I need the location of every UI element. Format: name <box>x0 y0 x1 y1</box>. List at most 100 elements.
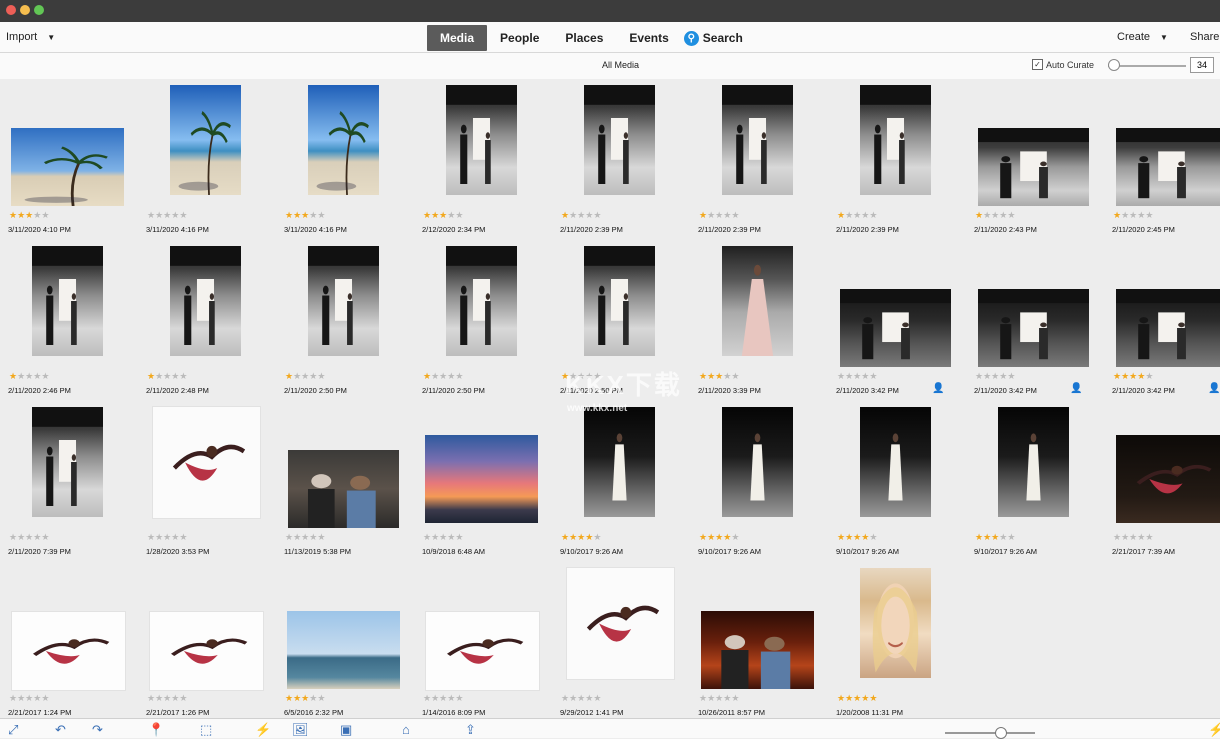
star-icon[interactable]: ★ <box>293 532 301 542</box>
star-icon[interactable]: ★ <box>41 371 49 381</box>
star-rating[interactable]: ★★★★★ <box>837 532 877 543</box>
star-icon[interactable]: ★ <box>1007 210 1015 220</box>
photo-thumbnail[interactable] <box>978 128 1089 206</box>
redo-icon[interactable]: ↷ <box>92 722 103 738</box>
photo-tile[interactable]: ★★★★★ 2/11/2020 2:45 PM <box>1104 80 1220 234</box>
photo-tile[interactable]: ★★★★★ 9/10/2017 9:26 AM <box>966 402 1094 556</box>
photo-thumbnail[interactable] <box>1116 128 1220 206</box>
star-icon[interactable]: ★ <box>317 210 325 220</box>
star-icon[interactable]: ★ <box>699 532 707 542</box>
star-icon[interactable]: ★ <box>699 210 707 220</box>
photo-tile[interactable]: ★★★★★ 2/21/2017 7:39 AM <box>1104 402 1220 556</box>
share-icon[interactable]: ⇪ <box>465 722 476 738</box>
photo-tile[interactable]: ★★★★★ 2/11/2020 2:39 PM <box>828 80 956 234</box>
star-rating[interactable]: ★★★★★ <box>147 371 187 382</box>
photo-tile[interactable]: ★★★★★ 9/29/2012 1:41 PM <box>552 563 680 717</box>
star-rating[interactable]: ★★★★★ <box>975 371 1015 382</box>
photo-thumbnail[interactable] <box>566 567 675 680</box>
photo-thumbnail[interactable] <box>722 246 793 356</box>
star-icon[interactable]: ★ <box>707 693 715 703</box>
star-icon[interactable]: ★ <box>1113 532 1121 542</box>
star-icon[interactable]: ★ <box>1145 210 1153 220</box>
star-icon[interactable]: ★ <box>285 210 293 220</box>
photo-thumbnail[interactable] <box>11 611 126 691</box>
star-icon[interactable]: ★ <box>17 693 25 703</box>
home-icon[interactable]: ⌂ <box>402 722 410 737</box>
star-icon[interactable]: ★ <box>293 371 301 381</box>
star-icon[interactable]: ★ <box>593 210 601 220</box>
star-icon[interactable]: ★ <box>423 371 431 381</box>
star-icon[interactable]: ★ <box>1007 532 1015 542</box>
star-icon[interactable]: ★ <box>179 210 187 220</box>
star-rating[interactable]: ★★★★★ <box>423 693 463 704</box>
photo-tile[interactable]: ★★★★★ 10/9/2018 6:48 AM <box>414 402 542 556</box>
expand-icon[interactable]: ⤢ <box>8 722 18 738</box>
star-icon[interactable]: ★ <box>17 210 25 220</box>
star-icon[interactable]: ★ <box>9 371 17 381</box>
star-icon[interactable]: ★ <box>569 693 577 703</box>
photo-tile[interactable]: ★★★★★ 2/11/2020 7:39 PM <box>0 402 128 556</box>
photo-thumbnail[interactable] <box>446 85 517 195</box>
star-rating[interactable]: ★★★★★ <box>561 693 601 704</box>
photo-tile[interactable]: ★★★★★ 9/10/2017 9:26 AM <box>552 402 680 556</box>
photo-tile[interactable]: ★★★★★ 2/11/2020 2:46 PM <box>0 241 128 395</box>
star-icon[interactable]: ★ <box>155 693 163 703</box>
photo-thumbnail[interactable] <box>446 246 517 356</box>
curate-slider-handle[interactable] <box>1108 59 1120 71</box>
star-icon[interactable]: ★ <box>41 693 49 703</box>
star-rating[interactable]: ★★★★★ <box>285 693 325 704</box>
star-icon[interactable]: ★ <box>455 532 463 542</box>
zoom-window-button[interactable] <box>34 5 44 15</box>
photo-tile[interactable]: ★★★★★ 6/5/2016 2:32 PM <box>276 563 404 717</box>
photo-thumbnail[interactable] <box>840 289 951 367</box>
star-icon[interactable]: ★ <box>285 532 293 542</box>
photo-thumbnail[interactable] <box>425 435 538 523</box>
star-icon[interactable]: ★ <box>561 532 569 542</box>
photo-tile[interactable]: ★★★★★ 10/26/2011 8:57 PM <box>690 563 818 717</box>
star-rating[interactable]: ★★★★★ <box>975 210 1015 221</box>
tab-people[interactable]: People <box>487 25 552 51</box>
star-icon[interactable]: ★ <box>569 210 577 220</box>
star-icon[interactable]: ★ <box>845 532 853 542</box>
photo-tile[interactable]: ★★★★★ 2/11/2020 3:42 PM 👤 <box>966 241 1094 395</box>
lightning-icon[interactable]: ⚡ <box>1208 722 1220 738</box>
close-window-button[interactable] <box>6 5 16 15</box>
photo-thumbnail[interactable] <box>701 611 814 689</box>
star-icon[interactable]: ★ <box>455 371 463 381</box>
star-rating[interactable]: ★★★★★ <box>837 210 877 221</box>
star-icon[interactable]: ★ <box>983 371 991 381</box>
photo-thumbnail[interactable] <box>860 407 931 517</box>
star-icon[interactable]: ★ <box>9 210 17 220</box>
photo-tile[interactable]: ★★★★★ 1/14/2016 8:09 PM <box>414 563 542 717</box>
star-icon[interactable]: ★ <box>179 532 187 542</box>
photo-thumbnail[interactable] <box>584 246 655 356</box>
star-icon[interactable]: ★ <box>1113 210 1121 220</box>
star-rating[interactable]: ★★★★★ <box>147 210 187 221</box>
photo-tile[interactable]: ★★★★★ 3/11/2020 4:16 PM <box>276 80 404 234</box>
photo-thumbnail[interactable] <box>288 450 399 528</box>
photo-thumbnail[interactable] <box>170 85 241 195</box>
screen-icon[interactable]: ▣ <box>340 722 352 738</box>
zoom-slider-handle[interactable] <box>995 727 1007 739</box>
photo-thumbnail[interactable] <box>1116 289 1220 367</box>
photo-thumbnail[interactable] <box>860 85 931 195</box>
star-icon[interactable]: ★ <box>593 693 601 703</box>
star-rating[interactable]: ★★★★★ <box>837 371 877 382</box>
star-icon[interactable]: ★ <box>9 532 17 542</box>
star-rating[interactable]: ★★★★★ <box>975 532 1015 543</box>
create-button[interactable]: Create ▼ <box>1117 31 1168 43</box>
photo-tile[interactable]: ★★★★★ 2/11/2020 3:39 PM <box>690 241 818 395</box>
star-icon[interactable]: ★ <box>155 371 163 381</box>
star-rating[interactable]: ★★★★★ <box>285 532 325 543</box>
photo-thumbnail[interactable] <box>152 406 261 519</box>
star-rating[interactable]: ★★★★★ <box>423 210 463 221</box>
star-icon[interactable]: ★ <box>569 532 577 542</box>
star-rating[interactable]: ★★★★★ <box>561 210 601 221</box>
star-icon[interactable]: ★ <box>9 693 17 703</box>
photo-thumbnail[interactable] <box>287 611 400 689</box>
photo-thumbnail[interactable] <box>11 128 124 206</box>
photo-tile[interactable]: ★★★★★ 2/12/2020 2:34 PM <box>414 80 542 234</box>
photo-tile[interactable]: ★★★★★ 2/11/2020 2:39 PM <box>552 80 680 234</box>
photo-tile[interactable]: ★★★★★ 2/11/2020 2:43 PM <box>966 80 1094 234</box>
photo-tile[interactable]: ★★★★★ 3/11/2020 4:16 PM <box>138 80 266 234</box>
